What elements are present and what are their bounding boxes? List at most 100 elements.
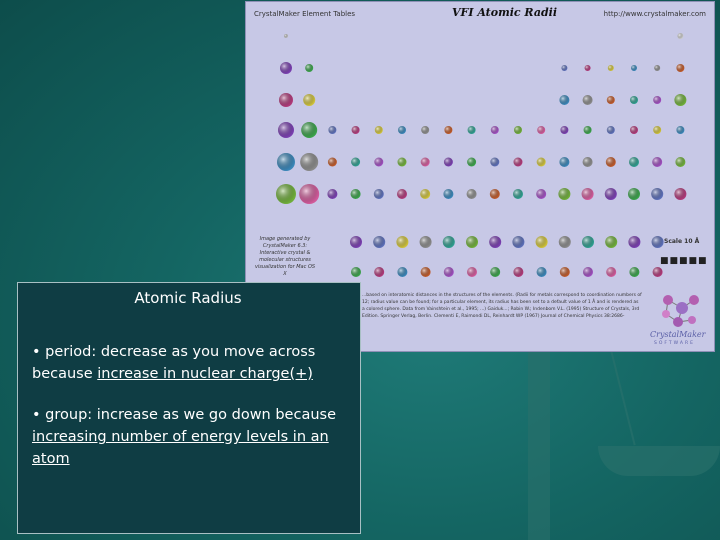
element-sphere-shine (653, 96, 662, 104)
element-sphere-shine (607, 65, 614, 71)
element-sphere-shine (397, 189, 407, 199)
element-sphere-shine (513, 157, 523, 167)
element-sphere-shine (373, 189, 384, 199)
crystalmaker-logo: CrystalMaker SOFTWARE (648, 290, 712, 350)
element-sphere-shine (537, 126, 546, 134)
element-sphere-shine (351, 267, 361, 277)
balance-scale-background (360, 349, 720, 540)
scale-bar: ■■■■■ (660, 256, 708, 266)
element-sphere-shine (489, 189, 500, 199)
element-sphere-shine (514, 126, 522, 134)
element-sphere-shine (421, 126, 430, 134)
element-sphere-shine (443, 189, 454, 199)
element-sphere-shine (374, 157, 384, 167)
element-sphere-shine (490, 126, 499, 134)
element-sphere-shine (398, 126, 406, 134)
element-sphere-shine (654, 65, 661, 71)
element-sphere-shine (582, 95, 593, 105)
element-sphere-shine (558, 188, 571, 200)
element-sphere-shine (374, 126, 383, 134)
element-sphere-shine (652, 267, 663, 277)
element-sphere-shine (512, 236, 525, 248)
poster-blurb: Image generated by CrystalMaker 6.3: Int… (254, 236, 316, 277)
element-sphere-shine (605, 157, 616, 167)
element-sphere-shine (631, 65, 637, 71)
element-sphere-shine (606, 267, 617, 277)
element-sphere-shine (513, 267, 524, 277)
element-sphere-shine (584, 65, 591, 71)
element-sphere-shine (280, 62, 292, 74)
element-sphere-shine (350, 236, 362, 248)
element-sphere-shine (536, 157, 546, 167)
element-sphere-shine (490, 267, 501, 277)
element-sphere-shine (299, 184, 320, 204)
element-sphere-shine (276, 184, 296, 204)
element-sphere-shine (420, 157, 430, 167)
element-sphere-shine (327, 157, 337, 167)
element-sphere-shine (606, 126, 615, 134)
element-sphere-shine (653, 126, 662, 134)
crystal-molecule-icon (662, 295, 699, 327)
period-trend-reason: increase in nuclear charge(+) (97, 366, 313, 382)
element-sphere-shine (676, 126, 685, 134)
element-sphere-shine (652, 157, 663, 167)
element-sphere-shine (301, 122, 318, 138)
element-sphere-shine (535, 236, 548, 248)
element-sphere-shine (303, 94, 316, 106)
element-sphere-shine (300, 153, 319, 171)
scale-pan (598, 446, 720, 476)
element-sphere-shine (351, 126, 360, 134)
element-sphere-shine (467, 126, 476, 134)
element-sphere-shine (420, 189, 431, 199)
element-sphere-shine (583, 126, 592, 134)
element-sphere-shine (561, 65, 568, 71)
element-sphere-shine (467, 267, 477, 277)
element-sphere-shine (630, 96, 638, 104)
element-sphere-shine (351, 157, 361, 167)
element-sphere-shine (604, 188, 617, 200)
element-sphere-shine (651, 188, 664, 200)
period-trend-text: • period: decrease as you move across be… (32, 341, 352, 385)
element-sphere-shine (581, 188, 594, 200)
element-sphere-shine (397, 157, 407, 167)
element-sphere-shine (582, 236, 594, 248)
element-sphere-shine (328, 126, 337, 134)
element-sphere-shine (606, 96, 615, 104)
element-sphere-shine (419, 236, 432, 248)
group-trend-prefix: • group: increase as we go down because (32, 407, 336, 423)
element-sphere-shine (628, 188, 640, 200)
periodic-table-spheres (276, 33, 687, 277)
element-sphere-shine (284, 34, 288, 38)
element-sphere-shine (630, 126, 638, 134)
poster-footnote: ...based on interatomic distances in the… (362, 293, 642, 319)
scale-label: Scale 10 Å (664, 238, 700, 245)
element-spheres (276, 33, 687, 277)
element-sphere-shine (629, 157, 639, 167)
element-sphere-shine (674, 94, 687, 106)
element-sphere-shine (651, 236, 664, 248)
element-sphere-shine (676, 64, 685, 72)
element-sphere-shine (559, 157, 570, 167)
element-sphere-shine (373, 236, 386, 248)
element-sphere-shine (305, 64, 314, 72)
logo-subtitle: SOFTWARE (654, 341, 695, 346)
element-sphere-shine (675, 157, 686, 167)
element-sphere-shine (467, 157, 477, 167)
slide-text-box: Atomic Radius • period: decrease as you … (17, 282, 361, 534)
element-sphere-shine (513, 189, 523, 199)
scale-rope (610, 349, 636, 446)
element-sphere-shine (629, 267, 640, 277)
element-sphere-shine (327, 189, 338, 199)
element-sphere-shine (466, 236, 478, 248)
logo-wordmark: CrystalMaker (650, 330, 706, 339)
element-sphere-shine (396, 236, 409, 248)
element-sphere-shine (442, 236, 455, 248)
element-sphere-shine (558, 236, 571, 248)
element-sphere-shine (490, 157, 500, 167)
element-sphere-shine (560, 126, 569, 134)
group-trend-text: • group: increase as we go down because … (32, 404, 352, 470)
element-sphere-shine (536, 189, 547, 199)
slide-title: Atomic Radius (134, 289, 242, 307)
element-sphere-shine (559, 267, 570, 277)
element-sphere-shine (466, 189, 477, 199)
